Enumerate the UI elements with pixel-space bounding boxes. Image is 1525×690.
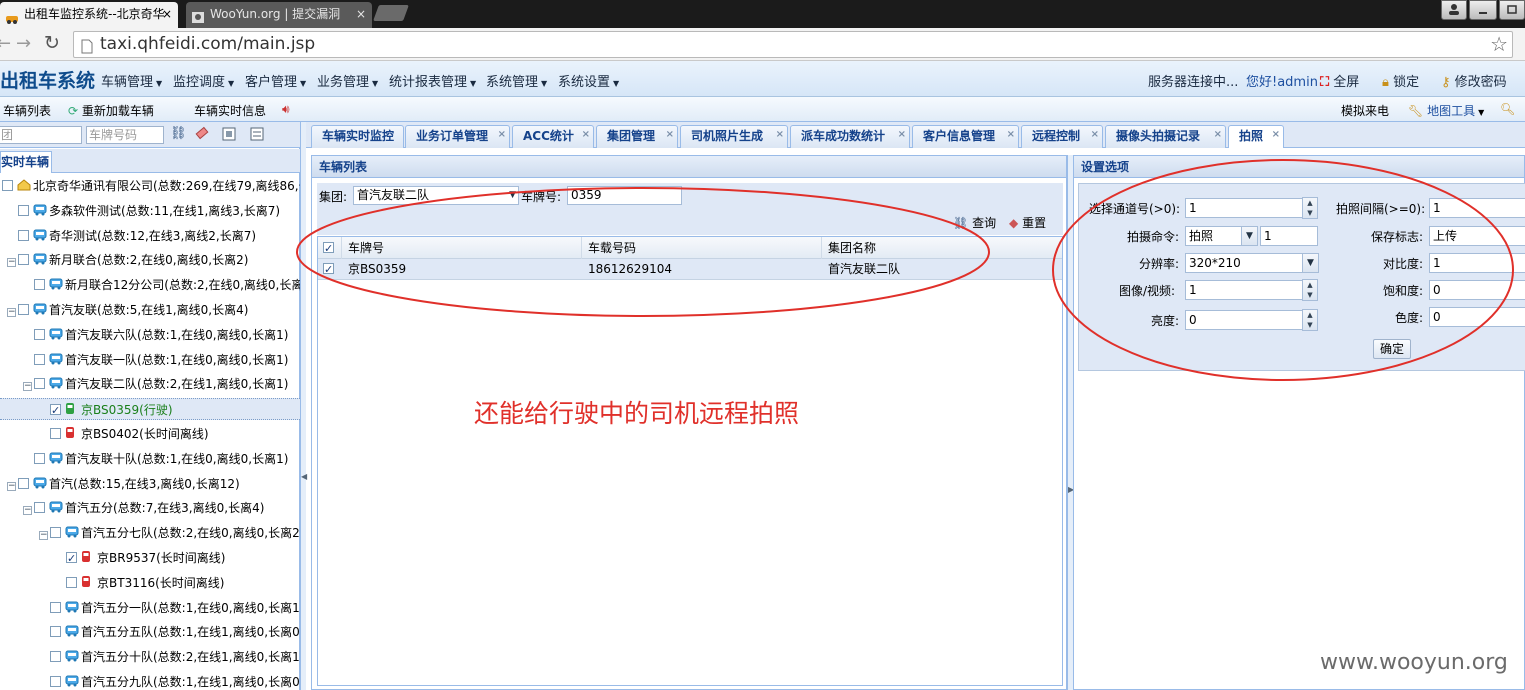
settings-ellipse: [1052, 159, 1514, 381]
vehicle-list-ellipse: [296, 187, 990, 317]
annotation-ellipses: [296, 159, 1514, 381]
annotation-text: 还能给行驶中的司机远程拍照: [474, 399, 800, 428]
watermark: www.wooyun.org: [1320, 650, 1508, 675]
